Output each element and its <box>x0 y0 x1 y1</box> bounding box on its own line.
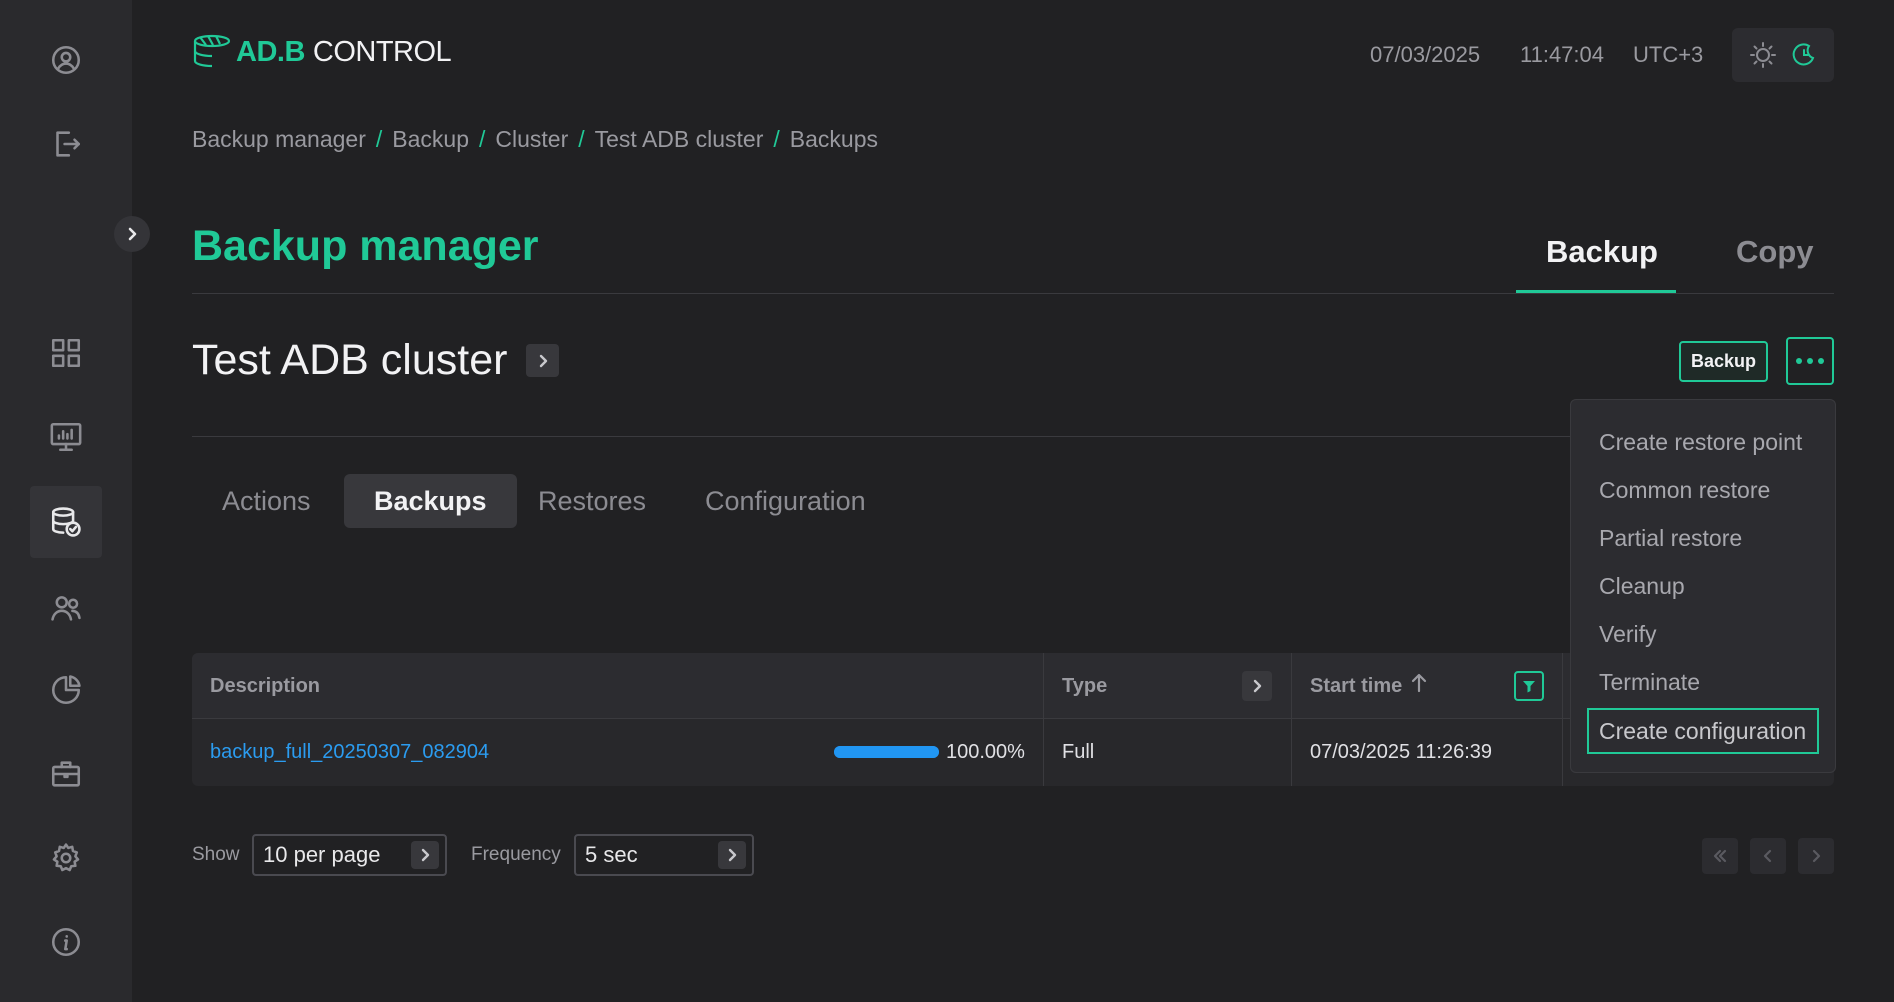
briefcase-icon[interactable] <box>30 738 102 810</box>
column-divider <box>1043 653 1044 786</box>
menu-item-create-configuration[interactable]: Create configuration <box>1587 708 1819 754</box>
dot <box>1807 358 1813 364</box>
more-actions-button[interactable] <box>1786 337 1834 385</box>
menu-item-common-restore[interactable]: Common restore <box>1587 466 1819 514</box>
chevrons-left-icon <box>1713 849 1727 863</box>
column-header-label: Start time <box>1310 674 1403 697</box>
info-icon[interactable] <box>30 906 102 978</box>
monitor-chart-icon[interactable] <box>30 401 102 473</box>
column-header-start-time[interactable]: Start time <box>1310 653 1428 719</box>
dot <box>1796 358 1802 364</box>
filter-icon[interactable] <box>1514 671 1544 701</box>
per-page-select[interactable]: 10 per page <box>252 834 447 876</box>
breadcrumb-item[interactable]: Backup manager <box>192 126 366 153</box>
app-logo[interactable]: AD.B CONTROL <box>192 32 452 72</box>
breadcrumb-current: Backups <box>789 126 878 152</box>
frequency-select[interactable]: 5 sec <box>574 834 754 876</box>
progress-fill <box>834 746 939 758</box>
logo-suffix: CONTROL <box>312 35 452 68</box>
subtab-backups[interactable]: Backups <box>344 474 517 528</box>
frequency-dropdown-button[interactable] <box>718 841 746 869</box>
actions-dropdown-menu: Create restore point Common restore Part… <box>1570 399 1836 773</box>
subtab-restores[interactable]: Restores <box>508 474 676 528</box>
sidebar <box>0 0 132 1002</box>
breadcrumb-item[interactable]: Cluster <box>495 126 568 153</box>
previous-page-button[interactable] <box>1750 838 1786 874</box>
chevron-right-icon <box>728 848 737 862</box>
page-title: Backup manager <box>192 222 539 270</box>
cluster-title: Test ADB cluster <box>192 336 508 384</box>
database-check-icon[interactable] <box>30 486 102 558</box>
frequency-value: 5 sec <box>585 842 638 867</box>
breadcrumb-item[interactable]: Backup <box>392 126 469 153</box>
logo-prefix: AD.B <box>236 35 305 68</box>
menu-item-partial-restore[interactable]: Partial restore <box>1587 514 1819 562</box>
breadcrumb-separator: / <box>479 126 486 152</box>
theme-switcher <box>1732 28 1834 82</box>
dashboard-grid-icon[interactable] <box>30 317 102 389</box>
column-divider <box>1291 653 1292 786</box>
header-time: 11:47:04 <box>1520 42 1605 67</box>
menu-item-terminate[interactable]: Terminate <box>1587 658 1819 706</box>
chevron-right-icon <box>128 227 137 241</box>
tab-backup[interactable]: Backup <box>1546 234 1658 270</box>
next-page-button[interactable] <box>1798 838 1834 874</box>
users-icon[interactable] <box>30 572 102 644</box>
chevron-right-icon <box>421 848 430 862</box>
breadcrumb-separator: / <box>578 126 585 152</box>
chevron-right-icon <box>1812 849 1821 863</box>
dot <box>1818 358 1824 364</box>
backup-description-link[interactable]: backup_full_20250307_082904 <box>210 719 489 786</box>
database-logo-icon <box>193 34 231 68</box>
backup-button[interactable]: Backup <box>1679 341 1768 382</box>
column-divider <box>1562 653 1563 786</box>
backup-progress-label: 100.00% <box>946 741 1025 763</box>
backup-start-time: 07/03/2025 11:26:39 <box>1310 741 1493 763</box>
column-header-description[interactable]: Description <box>210 653 320 719</box>
logout-icon[interactable] <box>30 108 102 180</box>
column-header-type[interactable]: Type <box>1062 653 1107 719</box>
chevron-right-icon <box>539 354 547 367</box>
moon-icon[interactable] <box>1790 41 1818 69</box>
gear-icon[interactable] <box>30 822 102 894</box>
per-page-value: 10 per page <box>263 842 381 867</box>
cluster-expand-button[interactable] <box>526 344 559 377</box>
menu-item-verify[interactable]: Verify <box>1587 610 1819 658</box>
type-column-button[interactable] <box>1242 671 1272 701</box>
subtab-actions[interactable]: Actions <box>192 474 341 528</box>
backup-type: Full <box>1062 741 1095 763</box>
sidebar-expand-button[interactable] <box>114 216 150 252</box>
user-circle-icon[interactable] <box>30 24 102 96</box>
per-page-dropdown-button[interactable] <box>411 841 439 869</box>
tab-copy[interactable]: Copy <box>1736 234 1814 270</box>
breadcrumb-separator: / <box>773 126 780 152</box>
chevron-right-icon <box>1253 679 1262 693</box>
show-label: Show <box>192 844 240 865</box>
backup-progress-bar <box>834 746 939 758</box>
header-timezone: UTC+3 <box>1633 42 1704 67</box>
breadcrumb-separator: / <box>375 126 383 152</box>
frequency-label: Frequency <box>471 844 561 865</box>
pie-chart-icon[interactable] <box>30 654 102 726</box>
sort-ascending-icon[interactable] <box>1402 673 1428 699</box>
header-date: 07/03/2025 <box>1370 42 1481 67</box>
menu-item-cleanup[interactable]: Cleanup <box>1587 562 1819 610</box>
subtab-configuration[interactable]: Configuration <box>675 474 896 528</box>
breadcrumb-item[interactable]: Test ADB cluster <box>595 126 764 153</box>
divider <box>192 293 1834 294</box>
chevron-left-icon <box>1763 849 1772 863</box>
menu-item-create-restore-point[interactable]: Create restore point <box>1587 418 1819 466</box>
sun-icon[interactable] <box>1749 41 1777 69</box>
breadcrumb: Backup manager / Backup / Cluster / Test… <box>192 126 878 153</box>
first-page-button[interactable] <box>1702 838 1738 874</box>
